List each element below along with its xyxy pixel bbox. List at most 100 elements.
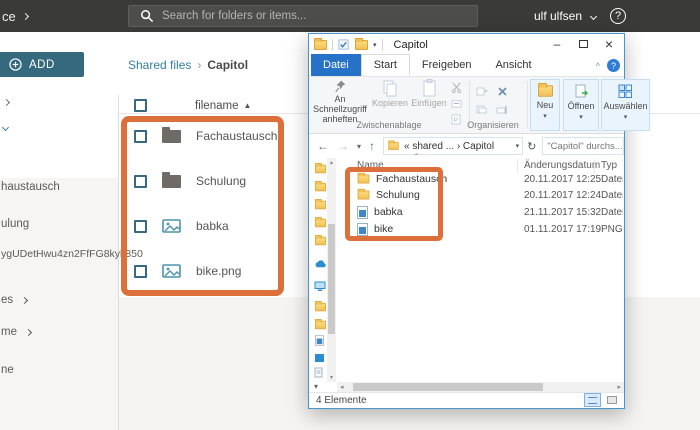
help-icon[interactable]: ? — [610, 8, 626, 24]
separator — [332, 38, 333, 51]
file-type: Datei — [601, 206, 623, 218]
dropdown-icon: ▾ — [579, 113, 583, 121]
move-to-button[interactable] — [475, 85, 489, 98]
open-label: Öffnen — [567, 101, 595, 111]
item-count: 4 Elemente — [316, 395, 367, 406]
explorer-search-box[interactable]: "Capitol" durchs... — [542, 137, 624, 155]
global-search[interactable] — [128, 5, 478, 27]
sidebar-item[interactable]: haustausch — [1, 181, 60, 193]
address-path-box[interactable]: « shared ... › Capitol ▾ — [383, 137, 524, 155]
copy-button[interactable]: Kopieren — [370, 79, 410, 125]
select-button[interactable]: Auswählen ▾ — [601, 79, 650, 131]
delete-button[interactable] — [495, 85, 509, 98]
sort-ascending-icon[interactable]: ▲ — [243, 101, 251, 110]
scrollbar-thumb[interactable] — [353, 383, 543, 391]
highlight-rectangle — [345, 167, 443, 241]
tab-datei[interactable]: Datei — [311, 54, 361, 76]
open-button[interactable]: Öffnen ▾ — [563, 79, 599, 131]
file-type: Dateio — [601, 189, 623, 201]
rename-button[interactable] — [495, 103, 509, 116]
new-button[interactable]: Neu ▾ — [530, 79, 560, 131]
maximize-button[interactable] — [570, 34, 596, 54]
nav-document-icon[interactable] — [314, 365, 323, 383]
sidebar-item-label: es — [1, 294, 14, 306]
explorer-help-icon[interactable]: ? — [607, 59, 620, 72]
breadcrumb-current: Capitol — [207, 58, 249, 72]
add-button[interactable]: ADD — [0, 52, 84, 77]
copy-to-button[interactable] — [475, 103, 489, 116]
topbar-breadcrumb[interactable]: ce — [2, 9, 29, 24]
nav-scrollbar[interactable]: ▴ ▾ — [327, 158, 336, 382]
breadcrumb-parent-link[interactable]: Shared files — [128, 58, 191, 72]
user-menu[interactable]: ulf ulfsen — [534, 9, 598, 23]
qat-properties-icon[interactable] — [338, 39, 349, 50]
nav-scroll-down-icon[interactable]: ▾ — [314, 382, 318, 391]
chevron-down-icon — [589, 12, 598, 20]
scroll-up-icon[interactable]: ▴ — [327, 159, 336, 166]
file-date: 01.11.2017 17:19 — [524, 223, 602, 235]
this-pc-icon[interactable] — [314, 279, 326, 297]
qat-new-folder-icon[interactable] — [355, 37, 368, 50]
qat-customize-chevron-icon[interactable]: ▾ — [373, 41, 377, 49]
organize-group-label: Organisieren — [467, 120, 519, 130]
group-separator — [527, 81, 528, 129]
nav-folder-icon[interactable] — [314, 299, 327, 317]
scroll-down-icon[interactable]: ▾ — [327, 374, 336, 381]
forward-button[interactable]: → — [337, 139, 349, 153]
back-button[interactable]: ← — [317, 139, 329, 153]
explorer-titlebar[interactable]: ▾ Capitol – × — [309, 34, 624, 55]
file-table-header: filename ▲ — [134, 99, 251, 112]
thumbnail-view-button[interactable] — [603, 393, 620, 407]
move-to-icon — [476, 87, 488, 96]
sidebar-expanded-chevron-icon[interactable] — [1, 123, 10, 132]
recent-locations-chevron-icon[interactable]: ▾ — [357, 142, 361, 151]
plus-circle-icon — [9, 58, 22, 71]
sort-indicator-icon: ˆ — [415, 153, 419, 164]
minimize-button[interactable]: – — [544, 34, 570, 54]
nav-folder-icon[interactable] — [314, 197, 327, 215]
nav-folder-icon[interactable] — [314, 233, 327, 251]
status-bar: 4 Elemente — [309, 392, 624, 408]
add-button-label: ADD — [29, 58, 55, 71]
pin-quick-access-button[interactable]: An Schnellzugriff anheften — [311, 79, 369, 125]
up-button[interactable]: ↑ — [369, 139, 375, 153]
open-file-icon — [575, 84, 588, 98]
paste-shortcut-icon: P — [451, 114, 461, 125]
paste-button[interactable]: Einfügen — [410, 79, 448, 125]
copy-path-button[interactable] — [449, 97, 463, 110]
select-all-checkbox[interactable] — [134, 99, 147, 112]
copy-icon — [383, 80, 397, 97]
copy-to-icon — [476, 105, 487, 114]
column-type[interactable]: Typ — [601, 160, 617, 171]
tab-ansicht[interactable]: Ansicht — [483, 54, 543, 76]
sidebar-item[interactable]: ne — [1, 364, 14, 376]
path-dropdown-icon[interactable]: ▾ — [516, 142, 520, 150]
scroll-right-icon[interactable]: ▸ — [617, 383, 621, 391]
scrollbar-thumb[interactable] — [328, 224, 335, 334]
search-input[interactable] — [162, 10, 442, 22]
refresh-icon[interactable]: ↻ — [527, 140, 536, 153]
web-topbar: ce ulf ulfsen ? — [0, 0, 700, 32]
sidebar-item[interactable]: me — [1, 326, 33, 338]
clipboard-group-label: Zwischenablage — [356, 120, 422, 130]
tab-freigeben[interactable]: Freigeben — [410, 54, 484, 76]
column-date[interactable]: Änderungsdatum — [524, 160, 600, 171]
scroll-left-icon[interactable]: ◂ — [340, 383, 344, 391]
details-view-button[interactable] — [584, 393, 601, 407]
sidebar-collapsed-chevron-icon[interactable] — [2, 98, 11, 107]
sidebar-item-label: ulung — [1, 218, 30, 230]
close-button[interactable]: × — [596, 34, 622, 54]
window-folder-icon — [314, 37, 327, 50]
sidebar-item[interactable]: ulung — [1, 218, 29, 230]
nav-folder-icon[interactable] — [314, 161, 327, 179]
tab-start[interactable]: Start — [360, 54, 410, 76]
nav-folder-icon[interactable] — [314, 179, 327, 197]
ribbon-collapse-icon[interactable]: ^ — [596, 61, 600, 71]
onedrive-icon[interactable] — [314, 255, 327, 273]
cut-button[interactable] — [449, 81, 463, 94]
sidebar-item[interactable]: es — [1, 294, 29, 306]
dropdown-icon: ▾ — [543, 112, 547, 120]
nav-folder-icon[interactable] — [314, 317, 327, 335]
filename-column-header[interactable]: filename — [195, 100, 238, 112]
nav-folder-icon[interactable] — [314, 215, 327, 233]
